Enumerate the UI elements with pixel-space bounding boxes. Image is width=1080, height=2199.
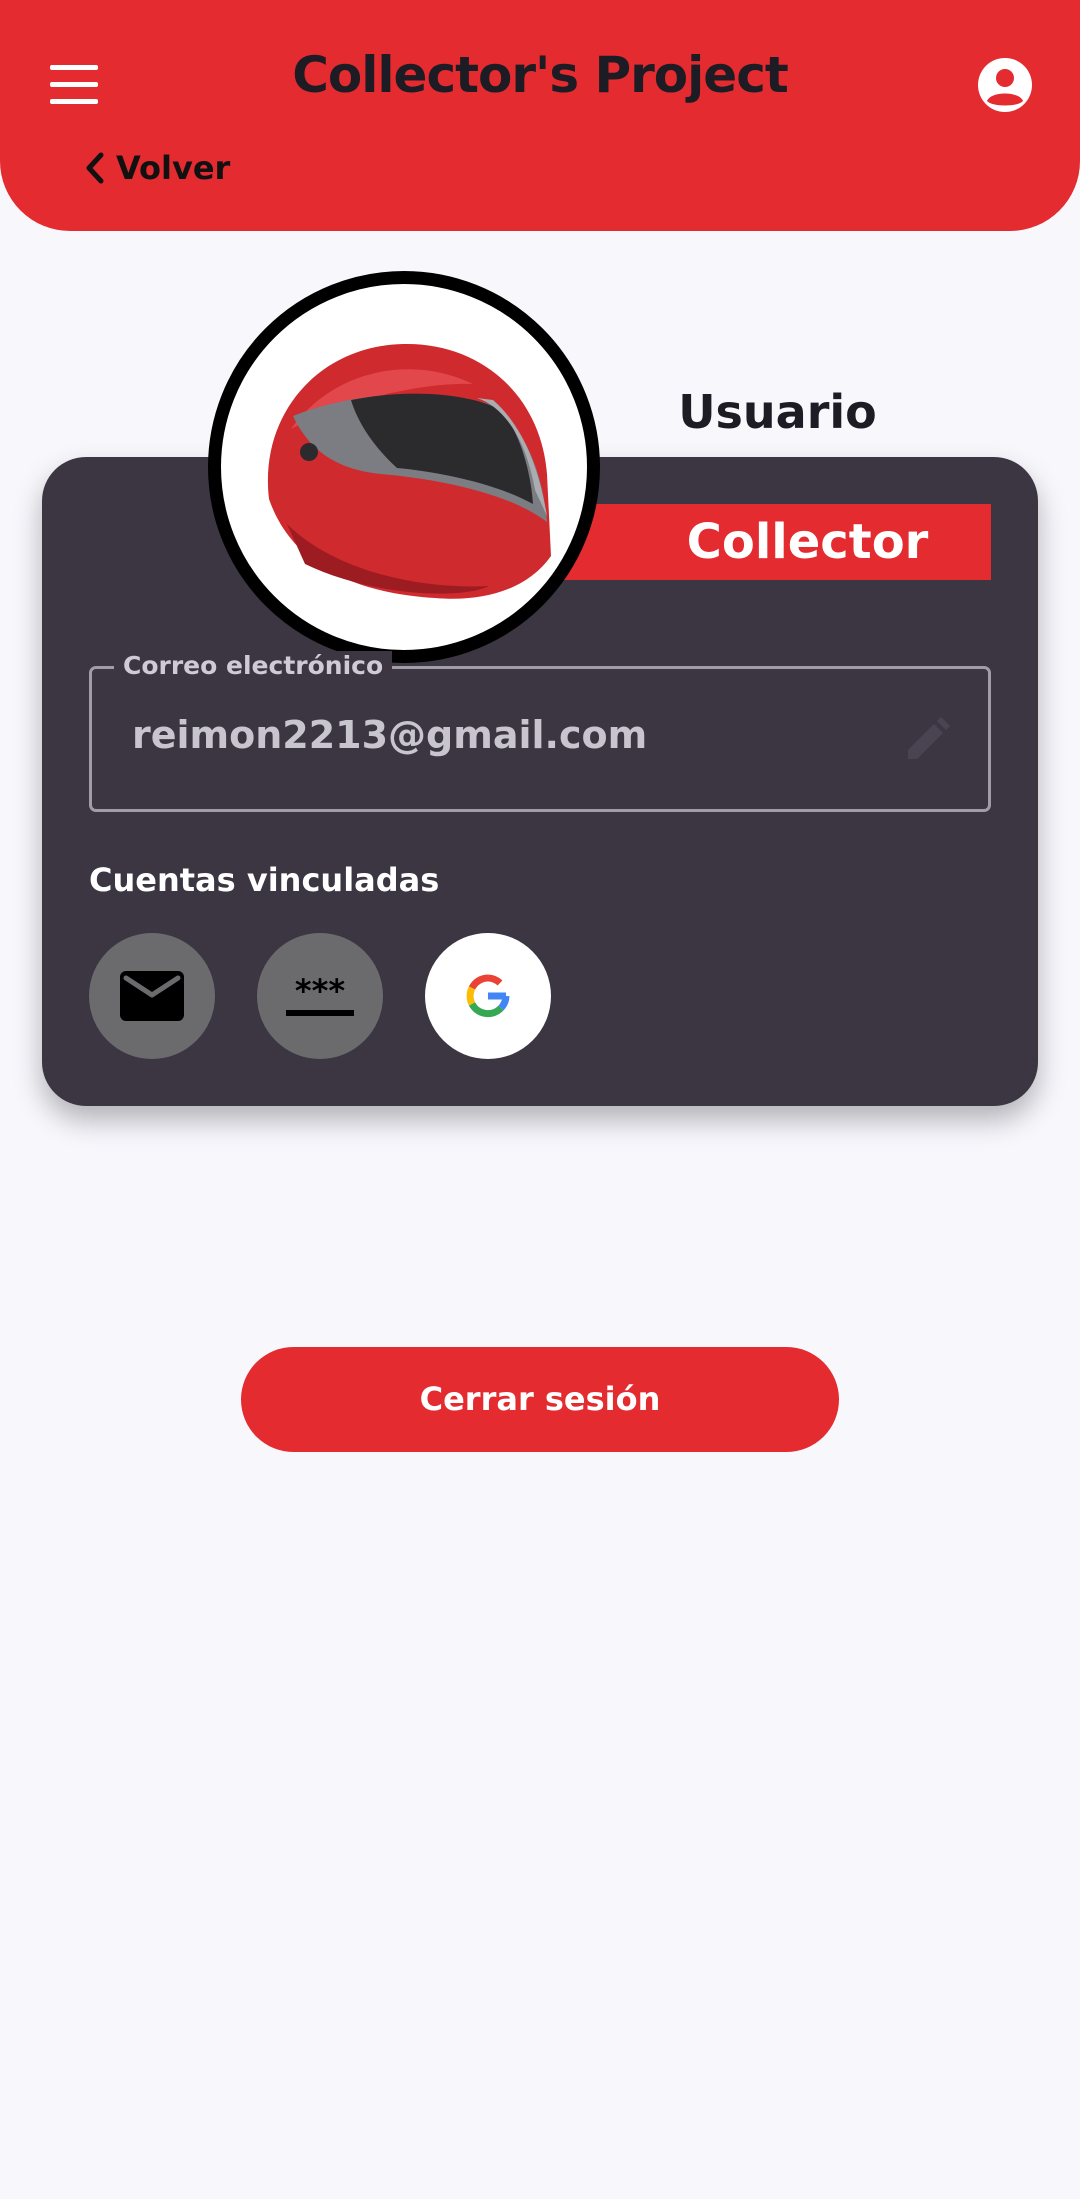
email-field-label: Correo electrónico: [114, 651, 393, 681]
chevron-left-icon: [86, 152, 104, 184]
app-header: Collector's Project Volver: [0, 0, 1080, 231]
logout-button[interactable]: Cerrar sesión: [241, 1347, 839, 1452]
menu-button[interactable]: [40, 55, 108, 115]
menu-icon-line: [50, 65, 98, 70]
back-label: Volver: [116, 149, 231, 187]
email-icon: [120, 971, 184, 1021]
svg-text:***: ***: [295, 972, 345, 1010]
app-title: Collector's Project: [292, 46, 789, 104]
account-circle-icon: [978, 58, 1032, 112]
link-google-button[interactable]: [425, 933, 551, 1059]
pencil-icon: [908, 717, 950, 759]
password-icon: ***: [286, 972, 354, 1016]
account-button[interactable]: [977, 57, 1033, 113]
role-label: Collector: [686, 514, 929, 570]
avatar[interactable]: [208, 271, 600, 663]
email-value: reimon2213@gmail.com: [132, 713, 648, 757]
menu-icon-line: [50, 99, 98, 104]
link-password-button[interactable]: ***: [257, 933, 383, 1059]
role-badge: Collector: [560, 504, 991, 580]
username: Usuario: [678, 385, 877, 439]
back-button[interactable]: Volver: [82, 143, 230, 193]
helmet-icon: [267, 343, 551, 599]
menu-icon-line: [50, 82, 98, 87]
google-icon: [466, 974, 510, 1018]
linked-accounts-title: Cuentas vinculadas: [89, 861, 440, 899]
link-email-button[interactable]: [89, 933, 215, 1059]
email-field[interactable]: Correo electrónico reimon2213@gmail.com: [89, 651, 991, 812]
edit-email-button[interactable]: [898, 713, 954, 769]
